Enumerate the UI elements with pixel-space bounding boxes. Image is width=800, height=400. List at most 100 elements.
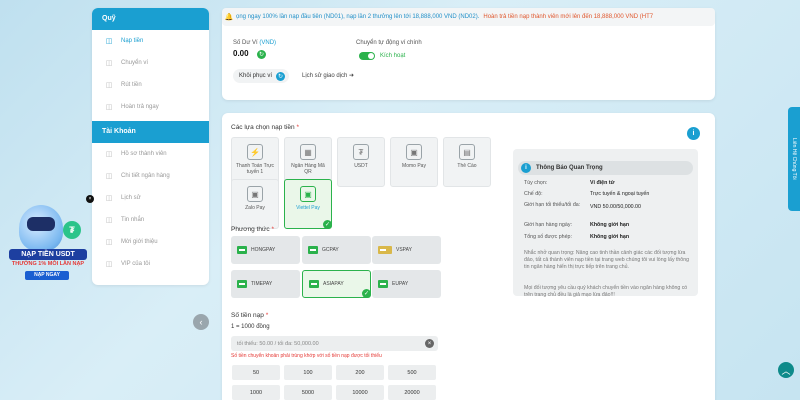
auto-transfer-label: Chuyển tự động ví chính <box>356 40 422 46</box>
sidebar-item[interactable]: ◫ Chuyển ví <box>92 52 209 74</box>
promo-cta-button[interactable]: NẠP NGAY <box>25 271 69 280</box>
payment-method-icon: ▣ <box>300 186 316 202</box>
promo-title: NẠP TIỀN USDT <box>9 249 87 260</box>
notice-row-key: Tùy chọn: <box>524 180 548 186</box>
sidebar-item[interactable]: ◫ VIP của tôi <box>92 253 209 275</box>
deposit-options-title: Các lựa chọn nạp tiền * <box>231 124 299 131</box>
restore-wallet-button[interactable]: Khôi phục ví ↻ <box>233 69 290 83</box>
sidebar-item[interactable]: ◫ Tin nhắn <box>92 209 209 231</box>
amount-input[interactable]: tối thiểu: 50.00 / tối đa: 50,000.00 × <box>231 336 438 351</box>
sidebar-item-label: VIP của tôi <box>121 261 150 267</box>
announcement-ticker[interactable]: 🔔 ọng ngay 100% lần nạp đầu tiên (ND01),… <box>222 8 715 26</box>
payment-channel-option[interactable]: EUPAY <box>372 270 441 298</box>
deposit-method-option[interactable]: ▣ Viettel Pay ✓ <box>284 179 332 229</box>
sidebar-item[interactable]: ◫ Mời giới thiệu <box>92 231 209 253</box>
notice-title: Thông Báo Quan Trọng <box>536 165 603 171</box>
ticker-text-promo: Hoàn trả tiền nạp thành viên mới lên đến… <box>483 14 654 20</box>
sidebar-item-label: Rút tiền <box>121 82 142 88</box>
payment-method-icon: ▣ <box>247 186 263 202</box>
payment-method-icon: ▦ <box>300 144 316 160</box>
notice-row-key: Giới hạn tối thiểu/tối đa: <box>524 202 581 208</box>
channel-label: GCPAY <box>322 247 339 253</box>
arrow-right-icon: ➜ <box>349 73 355 79</box>
channel-logo-icon <box>308 246 318 254</box>
amount-warning: Số tiền chuyển khoản phải trùng khớp với… <box>231 353 382 359</box>
notice-reminder-text: Nhắc nhở quan trọng: Nâng cao tinh thần … <box>524 250 689 270</box>
sidebar-item[interactable]: ◫ Rút tiền <box>92 74 209 96</box>
payment-channel-option[interactable]: ASIAPAY ✓ <box>302 270 371 298</box>
sidebar-item[interactable]: ◫ Chi tiết ngân hàng <box>92 165 209 187</box>
sidebar-item-label: Tin nhắn <box>121 217 145 223</box>
deposit-method-option[interactable]: ▣ Momo Pay <box>390 137 438 187</box>
refresh-balance-icon[interactable]: ↻ <box>257 50 266 59</box>
check-icon: ✓ <box>362 289 371 298</box>
sidebar-item-label: Hồ sơ thành viên <box>121 151 167 157</box>
scroll-top-button[interactable]: ︿ <box>778 362 794 378</box>
channel-logo-icon <box>378 280 388 288</box>
sidebar-item[interactable]: ◫ Nạp tiền <box>92 30 209 52</box>
payment-channel-option[interactable]: HONGPAY <box>231 236 300 264</box>
notice-row-value: Trực tuyến & ngoại tuyến <box>590 191 650 197</box>
account-section-header: Tài Khoản <box>92 121 209 143</box>
payment-channel-option[interactable]: TIMEPAY <box>231 270 300 298</box>
transfer-icon: ◫ <box>105 60 113 67</box>
payment-channel-option[interactable]: VSPAY <box>372 236 441 264</box>
bell-icon: 🔔 <box>224 14 234 21</box>
promo-subtitle: THƯỞNG 1% MỖI LẦN NẠP <box>11 261 85 267</box>
bank-icon: ◫ <box>105 173 113 180</box>
sidebar-item-label: Mời giới thiệu <box>121 239 158 245</box>
amount-title: Số tiền nạp * <box>231 312 269 319</box>
quick-amount-button[interactable]: 200 <box>336 365 384 380</box>
referral-icon: ◫ <box>105 239 113 246</box>
deposit-method-label: Momo Pay <box>402 163 426 169</box>
quick-amount-button[interactable]: 100 <box>284 365 332 380</box>
sidebar-collapse-button[interactable]: ‹ <box>193 314 209 330</box>
channel-logo-icon <box>309 280 319 288</box>
info-icon[interactable]: i <box>687 127 700 140</box>
quick-amount-button[interactable]: 1000 <box>232 385 280 400</box>
deposit-method-option[interactable]: ▤ Thẻ Cào <box>443 137 491 187</box>
robot-visor <box>27 217 55 231</box>
quick-amount-button[interactable]: 50 <box>232 365 280 380</box>
rebate-icon: ◫ <box>105 104 113 111</box>
withdraw-icon: ◫ <box>105 82 113 89</box>
channel-logo-icon <box>237 246 247 254</box>
exchange-rate: 1 = 1000 đồng <box>231 324 270 330</box>
sidebar-item[interactable]: ◫ Lịch sử <box>92 187 209 209</box>
clear-icon[interactable]: × <box>425 339 434 348</box>
deposit-method-label: USDT <box>354 163 368 169</box>
sidebar-item[interactable]: ◫ Hồ sơ thành viên <box>92 143 209 165</box>
sidebar-item-label: Nạp tiền <box>121 38 144 44</box>
sidebar: Quỹ ◫ Nạp tiền ◫ Chuyển ví ◫ Rút tiền ◫ Hoàn tr… <box>92 8 209 285</box>
sidebar-item-label: Chuyển ví <box>121 60 149 66</box>
deposit-method-option[interactable]: ₮ USDT <box>337 137 385 187</box>
sidebar-item-label: Chi tiết ngân hàng <box>121 173 170 179</box>
quick-amount-button[interactable]: 500 <box>388 365 436 380</box>
check-icon: ✓ <box>323 220 332 229</box>
sidebar-item-label: Hoàn trả ngay <box>121 104 159 110</box>
notice-row-value: Ví điện tử <box>590 180 615 186</box>
payment-channel-option[interactable]: GCPAY <box>302 236 371 264</box>
sidebar-item-label: Lịch sử <box>121 195 141 201</box>
message-icon: ◫ <box>105 217 113 224</box>
usdt-promo-banner[interactable]: ₮ NẠP TIỀN USDT THƯỞNG 1% MỖI LẦN NẠP NẠ… <box>3 195 94 287</box>
quick-amount-button[interactable]: 10000 <box>336 385 384 400</box>
sidebar-item[interactable]: ◫ Hoàn trả ngay <box>92 96 209 118</box>
deposit-method-option[interactable]: ▣ Zalo Pay <box>231 179 279 229</box>
deposit-method-label: Viettel Pay <box>296 205 320 211</box>
notice-warning-text: Mọi đối tượng yêu cầu quý khách chuyển t… <box>524 285 688 298</box>
quick-amount-button[interactable]: 5000 <box>284 385 332 400</box>
usdt-coin-icon: ₮ <box>63 221 81 239</box>
contact-us-tab[interactable]: Liên Hệ Chúng Tôi <box>788 107 800 211</box>
info-circle-icon: i <box>521 163 531 173</box>
auto-transfer-toggle[interactable] <box>359 52 375 60</box>
quick-amount-button[interactable]: 20000 <box>388 385 436 400</box>
channel-label: HONGPAY <box>251 247 276 253</box>
wallet-section-header: Quỹ <box>92 8 209 30</box>
notice-row-key: Tổng số được phép: <box>524 234 572 240</box>
close-icon[interactable]: × <box>86 195 94 203</box>
vip-icon: ◫ <box>105 261 113 268</box>
payment-method-icon: ₮ <box>353 144 369 160</box>
transaction-history-link[interactable]: Lịch sử giao dịch ➜ <box>302 72 354 79</box>
payment-method-icon: ⚡ <box>247 144 263 160</box>
